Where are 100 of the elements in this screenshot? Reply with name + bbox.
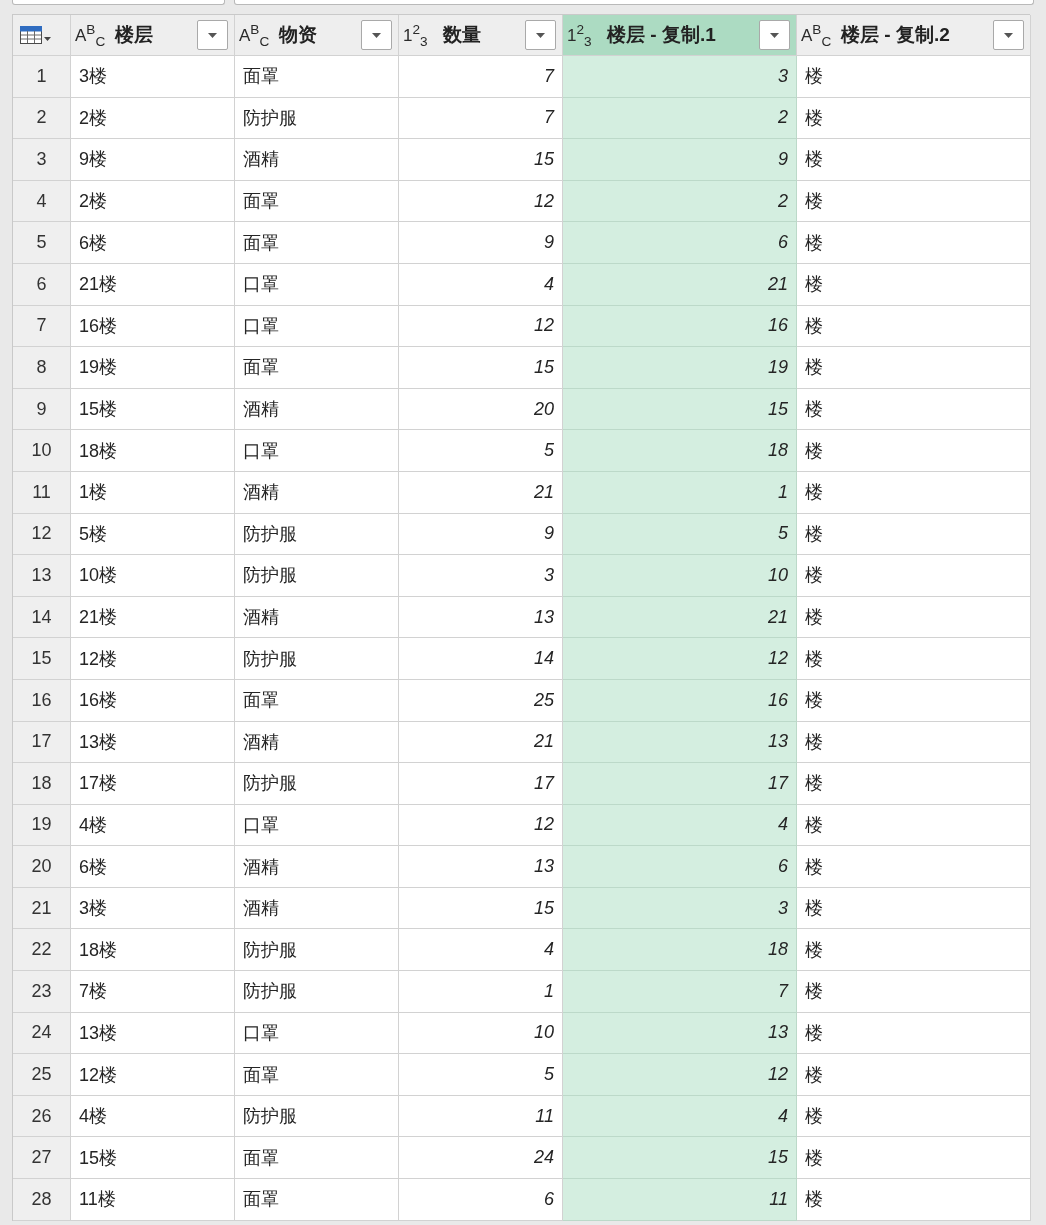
table-cell: 9楼 [71,139,235,181]
table-cell: 14 [399,638,563,680]
table-cell: 6 [563,846,797,888]
table-cell: 16 [563,305,797,348]
table-cell: 7楼 [71,971,235,1013]
table-cell: 7 [563,971,797,1013]
table-cell: 13楼 [71,1012,235,1055]
row-number: 4 [13,180,71,223]
table-cell: 12楼 [71,1054,235,1096]
filter-dropdown-button[interactable] [361,20,392,50]
table-cell: 4 [563,804,797,847]
table-cell: 楼 [797,222,1031,264]
formula-bar-field[interactable] [234,0,1034,5]
table-cell: 楼 [797,638,1031,680]
table-cell: 面罩 [235,679,399,722]
table-cell: 2 [563,180,797,223]
table-cell: 楼 [797,763,1031,805]
table-cell: 楼 [797,596,1031,639]
table-cell: 7 [399,56,563,98]
table-cell: 2楼 [71,97,235,140]
table-cell: 5 [399,1054,563,1096]
table-cell: 21 [399,471,563,514]
table-cell: 13 [399,596,563,639]
table-cell: 13 [399,846,563,888]
name-box-field[interactable] [12,0,225,5]
table-cell: 酒精 [235,388,399,431]
table-cell: 16楼 [71,679,235,722]
table-cell: 16 [563,679,797,722]
table-cell: 楼 [797,305,1031,348]
table-cell: 15 [399,347,563,389]
table-cell: 15 [563,388,797,431]
row-number: 19 [13,804,71,847]
table-cell: 12 [563,638,797,680]
table-cell: 2 [563,97,797,140]
table-cell: 3楼 [71,56,235,98]
table-cell: 9 [399,513,563,556]
table-cell: 酒精 [235,471,399,514]
table-cell: 楼 [797,1012,1031,1055]
row-number: 16 [13,679,71,722]
table-cell: 防护服 [235,1095,399,1138]
table-cell: 口罩 [235,430,399,472]
table-cell: 3 [563,56,797,98]
row-number: 27 [13,1137,71,1180]
column-header[interactable]: A$^{B}$$_{C}$ 楼层 [71,15,235,56]
table-cell: 15楼 [71,1137,235,1180]
table-cell: 25 [399,679,563,722]
filter-dropdown-button[interactable] [525,20,556,50]
row-number: 12 [13,513,71,556]
table-cell: 防护服 [235,929,399,972]
table-cell: 楼 [797,430,1031,472]
table-cell: 18 [563,929,797,972]
row-number: 2 [13,97,71,140]
table-cell: 防护服 [235,555,399,597]
column-header[interactable]: 1$^{2}$$_{3}$ 楼层 - 复制.1 [563,15,797,56]
column-name: 楼层 [115,23,153,47]
table-cell: 3楼 [71,887,235,930]
column-header[interactable]: A$^{B}$$_{C}$ 物资 [235,15,399,56]
table-cell: 17楼 [71,763,235,805]
table-cell: 10 [399,1012,563,1055]
table-cell: 4 [399,263,563,306]
table-cell: 口罩 [235,804,399,847]
table-cell: 防护服 [235,971,399,1013]
table-cell: 11楼 [71,1179,235,1221]
column-header[interactable]: A$^{B}$$_{C}$ 楼层 - 复制.2 [797,15,1031,56]
table-cell: 防护服 [235,638,399,680]
table-cell: 9 [399,222,563,264]
table-cell: 20 [399,388,563,431]
caret-icon [770,32,779,38]
row-number: 17 [13,721,71,764]
filter-dropdown-button[interactable] [197,20,228,50]
table-cell: 防护服 [235,513,399,556]
row-number: 7 [13,305,71,348]
row-number: 21 [13,887,71,930]
table-cell: 楼 [797,887,1031,930]
table-cell: 面罩 [235,222,399,264]
table-cell: 6 [563,222,797,264]
column-header[interactable]: 1$^{2}$$_{3}$ 数量 [399,15,563,56]
table-cell: 15楼 [71,388,235,431]
table-menu-button[interactable] [18,24,53,46]
table-cell: 4 [399,929,563,972]
row-number: 10 [13,430,71,472]
filter-dropdown-button[interactable] [759,20,790,50]
row-number: 5 [13,222,71,264]
row-number: 15 [13,638,71,680]
row-number: 11 [13,471,71,514]
row-number: 13 [13,555,71,597]
table-cell: 楼 [797,1179,1031,1221]
table-cell: 16楼 [71,305,235,348]
row-number: 1 [13,56,71,98]
table-cell: 4楼 [71,1095,235,1138]
table-cell: 面罩 [235,1137,399,1180]
table-cell: 15 [399,139,563,181]
table-cell: 酒精 [235,596,399,639]
table-cell: 1楼 [71,471,235,514]
row-number: 25 [13,1054,71,1096]
table-cell: 楼 [797,846,1031,888]
filter-dropdown-button[interactable] [993,20,1024,50]
table-cell: 4 [563,1095,797,1138]
column-name: 数量 [443,23,481,47]
table-cell: 楼 [797,97,1031,140]
